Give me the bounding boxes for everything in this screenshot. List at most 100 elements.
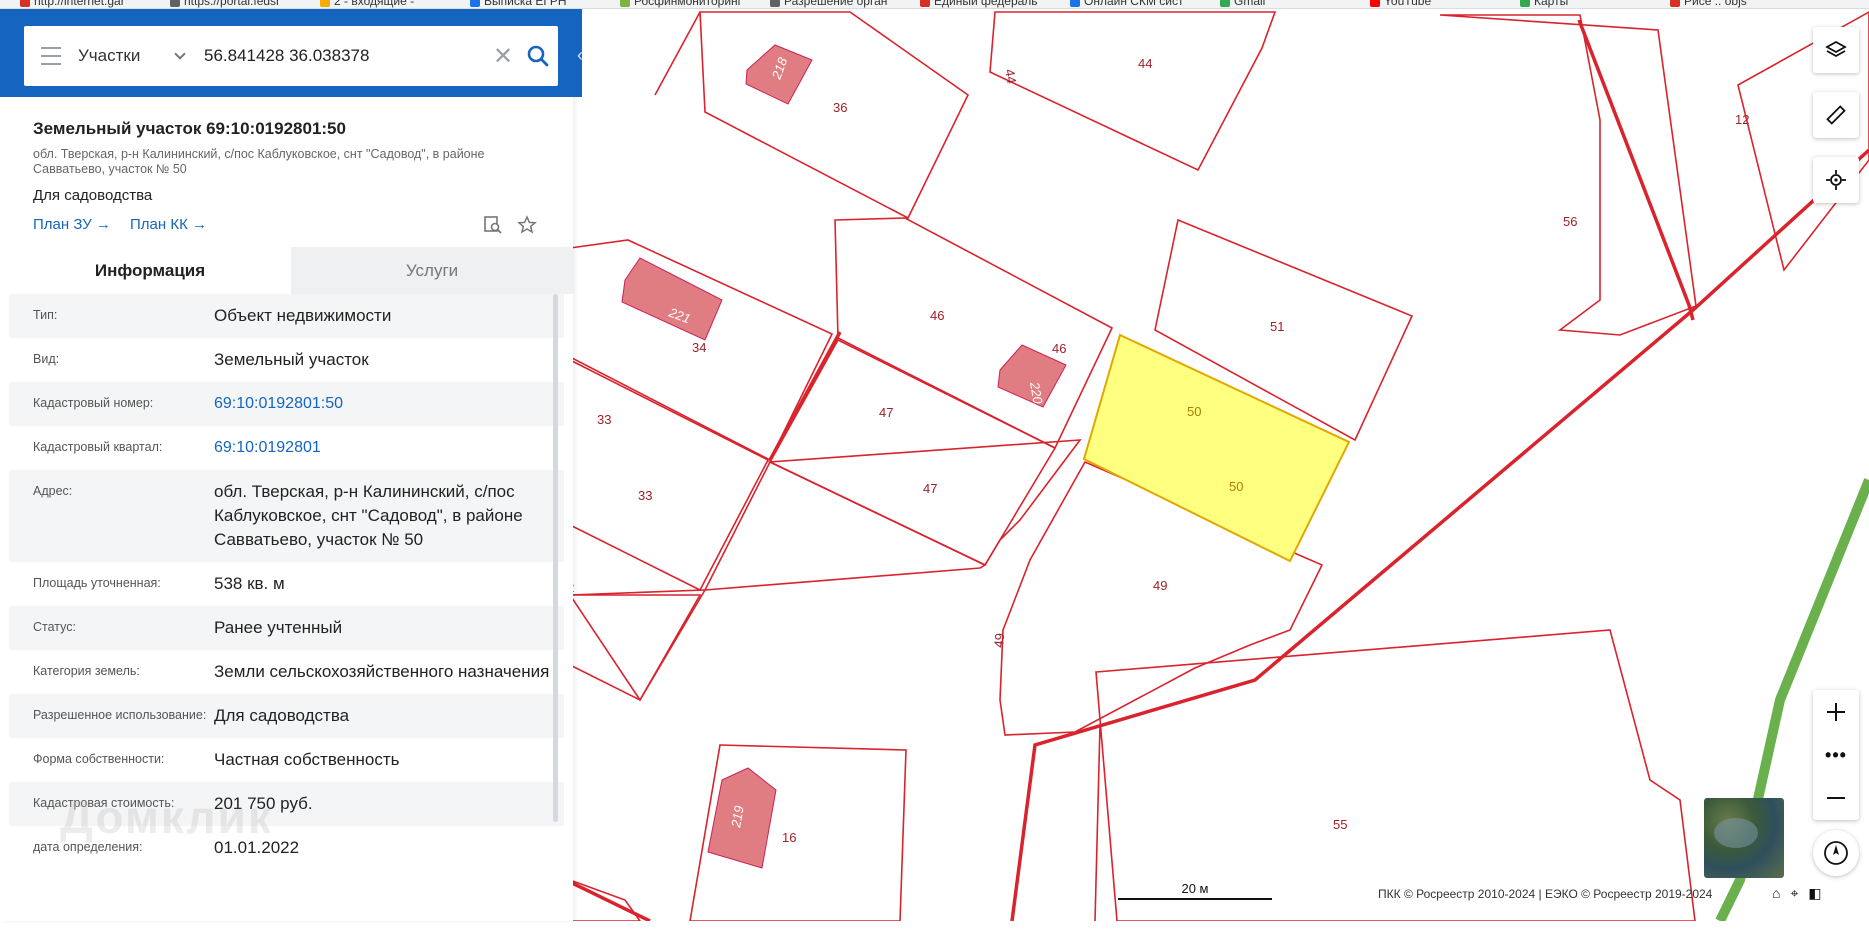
layers-button[interactable] xyxy=(1813,27,1859,73)
bookmark-item[interactable]: YouTube xyxy=(1370,0,1431,8)
bookmark-item[interactable]: Онлайн СКМ сист xyxy=(1070,0,1184,8)
search-bar: Участки ✕ xyxy=(0,9,582,97)
search-document-icon[interactable] xyxy=(481,213,505,237)
scale-bar: 20 м xyxy=(1118,881,1272,900)
zoom-controls: ••• xyxy=(1813,690,1859,820)
bookmark-item[interactable]: https://portal.fedsr xyxy=(170,0,280,8)
info-value: Для садоводства xyxy=(214,706,350,725)
bookmark-favicon-icon xyxy=(620,0,630,7)
locate-button[interactable] xyxy=(1813,157,1859,203)
bookmarks-bar: http://internet.gar https://portal.fedsr 2… xyxy=(0,0,1869,9)
parcel-label: 44 xyxy=(1138,56,1152,71)
search-box: Участки ✕ xyxy=(24,26,558,86)
bookmark-favicon-icon xyxy=(170,0,180,7)
bookmark-label: Выписка ЕГРН xyxy=(484,0,567,8)
plan-kk-link[interactable]: План КК → xyxy=(130,216,207,233)
bookmark-item[interactable]: Выписка ЕГРН xyxy=(470,0,567,8)
parcel-label: 16 xyxy=(782,830,796,845)
bookmark-item[interactable]: Gmail xyxy=(1220,0,1265,8)
bookmark-label: YouTube xyxy=(1384,0,1432,8)
bookmark-favicon-icon xyxy=(770,0,780,7)
bookmark-item[interactable]: Разрешение орган xyxy=(770,0,887,8)
plan-zu-label: План ЗУ xyxy=(33,216,92,233)
star-icon[interactable] xyxy=(515,213,539,237)
cadastral-number-link[interactable]: 69:10:0192801:50 xyxy=(214,392,564,416)
more-button[interactable]: ••• xyxy=(1813,733,1859,776)
info-row-address: Адрес: обл. Тверская, р-н Калининский, с/… xyxy=(9,470,564,562)
info-key: Площадь уточненная: xyxy=(33,576,161,590)
category-select[interactable]: Участки xyxy=(78,46,198,66)
info-key: Форма собственности: xyxy=(33,752,165,766)
parcel-label: 55 xyxy=(1333,817,1347,832)
info-row-land-category: Категория земель: Земли сельскохозяйствен… xyxy=(9,650,564,694)
chevron-down-icon xyxy=(174,48,186,60)
zoom-out-button[interactable] xyxy=(1813,776,1859,819)
location-icon[interactable]: ⌖ xyxy=(1790,885,1798,902)
compass-button[interactable] xyxy=(1813,830,1859,876)
arrow-right-icon: → xyxy=(191,216,207,233)
parcel-label: 51 xyxy=(1270,319,1284,334)
watermark-logo: Домклик xyxy=(60,791,273,843)
collapse-panel-button[interactable]: ‹ xyxy=(573,35,587,75)
tab-services[interactable]: Услуги xyxy=(291,247,573,294)
info-value: Объект недвижимости xyxy=(214,306,392,325)
bookmark-item[interactable]: Единый федераль xyxy=(920,0,1038,8)
info-key: Вид: xyxy=(33,352,60,366)
parcel-purpose: Для садоводства xyxy=(33,187,153,204)
tab-information[interactable]: Информация xyxy=(9,247,291,294)
plan-kk-label: План КК xyxy=(130,216,188,233)
zoom-in-button[interactable] xyxy=(1813,690,1859,733)
info-key: Кадастровый номер: xyxy=(33,396,154,410)
info-key: Кадастровый квартал: xyxy=(33,440,163,454)
parcel-label: 56 xyxy=(1563,214,1577,229)
menu-icon[interactable] xyxy=(24,26,78,86)
parcel-label: 46 xyxy=(930,308,944,323)
cadastral-quarter-link[interactable]: 69:10:0192801 xyxy=(214,436,564,460)
info-key: Тип: xyxy=(33,308,58,322)
bookmark-favicon-icon xyxy=(320,0,330,7)
bookmark-item[interactable]: 2 - входящие - xyxy=(320,0,414,8)
bookmark-favicon-icon xyxy=(1070,0,1080,7)
bookmark-label: Gmail xyxy=(1234,0,1266,8)
bookmark-label: Разрешение орган xyxy=(784,0,888,8)
tabs: Информация Услуги xyxy=(9,247,573,294)
home-icon[interactable]: ⌂ xyxy=(1772,885,1780,902)
bookmark-item[interactable]: http://internet.gar xyxy=(20,0,125,8)
bookmark-favicon-icon xyxy=(1520,0,1530,7)
parcel-label-selected: 50 xyxy=(1187,404,1201,419)
bookmark-item[interactable]: Карты xyxy=(1520,0,1568,8)
close-icon[interactable]: ✕ xyxy=(488,26,518,86)
bookmark-favicon-icon xyxy=(920,0,930,7)
bookmark-label: http://internet.gar xyxy=(34,0,125,8)
scale-line xyxy=(1118,898,1272,900)
plan-zu-link[interactable]: План ЗУ → xyxy=(33,216,111,233)
panel-scrollbar[interactable] xyxy=(553,294,558,822)
info-value: 538 кв. м xyxy=(214,574,285,593)
bookmark-item[interactable]: Рисе :: objs xyxy=(1670,0,1747,8)
minimap-icon[interactable]: ◧ xyxy=(1808,885,1821,902)
info-value: Земли сельскохозяйственного назначения xyxy=(214,662,550,681)
info-value: Ранее учтенный xyxy=(214,618,343,637)
info-row-permitted-use: Разрешенное использование: Для садоводств… xyxy=(9,694,564,738)
parcel-label: 49 xyxy=(1153,578,1167,593)
info-value: обл. Тверская, р-н Калининский, с/пос Ка… xyxy=(214,482,523,549)
bookmark-label: https://portal.fedsr xyxy=(184,0,281,8)
info-key: Категория земель: xyxy=(33,664,140,678)
satellite-layer-thumbnail[interactable] xyxy=(1704,798,1784,878)
parcel-label: 33 xyxy=(638,488,652,503)
search-icon[interactable] xyxy=(518,26,558,86)
arrow-right-icon: → xyxy=(95,216,111,233)
layers-icon xyxy=(1825,40,1847,58)
bottom-toolbar: ⌂ ⌖ ◧ xyxy=(1772,885,1822,902)
selected-parcel-50[interactable] xyxy=(1082,333,1351,563)
ruler-icon xyxy=(1826,105,1846,125)
bookmark-item[interactable]: Росфинмониторинг xyxy=(620,0,742,8)
bookmark-label: 2 - входящие - xyxy=(334,0,415,8)
ruler-button[interactable] xyxy=(1813,92,1859,138)
parcel-label: 34 xyxy=(692,340,706,355)
bookmark-favicon-icon xyxy=(1370,0,1380,7)
info-panel: Участки ✕ Земельный участок 69:10:019280… xyxy=(0,9,582,921)
search-input[interactable] xyxy=(198,46,488,66)
info-key: Разрешенное использование: xyxy=(33,708,207,722)
parcel-title: Земельный участок 69:10:0192801:50 xyxy=(33,119,346,138)
